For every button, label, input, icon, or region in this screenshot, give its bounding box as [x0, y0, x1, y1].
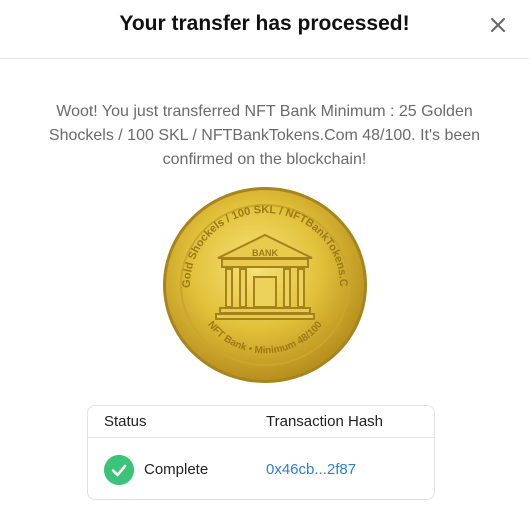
transaction-hash-link[interactable]: 0x46cb...2f87 [266, 461, 356, 478]
status-column-header: Status [104, 413, 147, 430]
gold-coin-image: 25 Gold Shockels / 100 SKL / NFTBankToke… [160, 185, 367, 383]
coin-bank-label: BANK [252, 248, 278, 258]
hash-column-header: Transaction Hash [266, 413, 383, 430]
status-badge: Complete [144, 461, 209, 478]
transfer-message: Woot! You just transferred NFT Bank Mini… [48, 103, 481, 168]
transaction-table: Status Transaction Hash Complete 0x46cb.… [87, 405, 435, 500]
dialog-header: Your transfer has processed! [0, 0, 529, 59]
close-icon[interactable] [487, 14, 509, 36]
dialog-title: Your transfer has processed! [119, 12, 410, 35]
check-circle-icon [104, 455, 134, 485]
table-header: Status Transaction Hash [88, 406, 434, 438]
